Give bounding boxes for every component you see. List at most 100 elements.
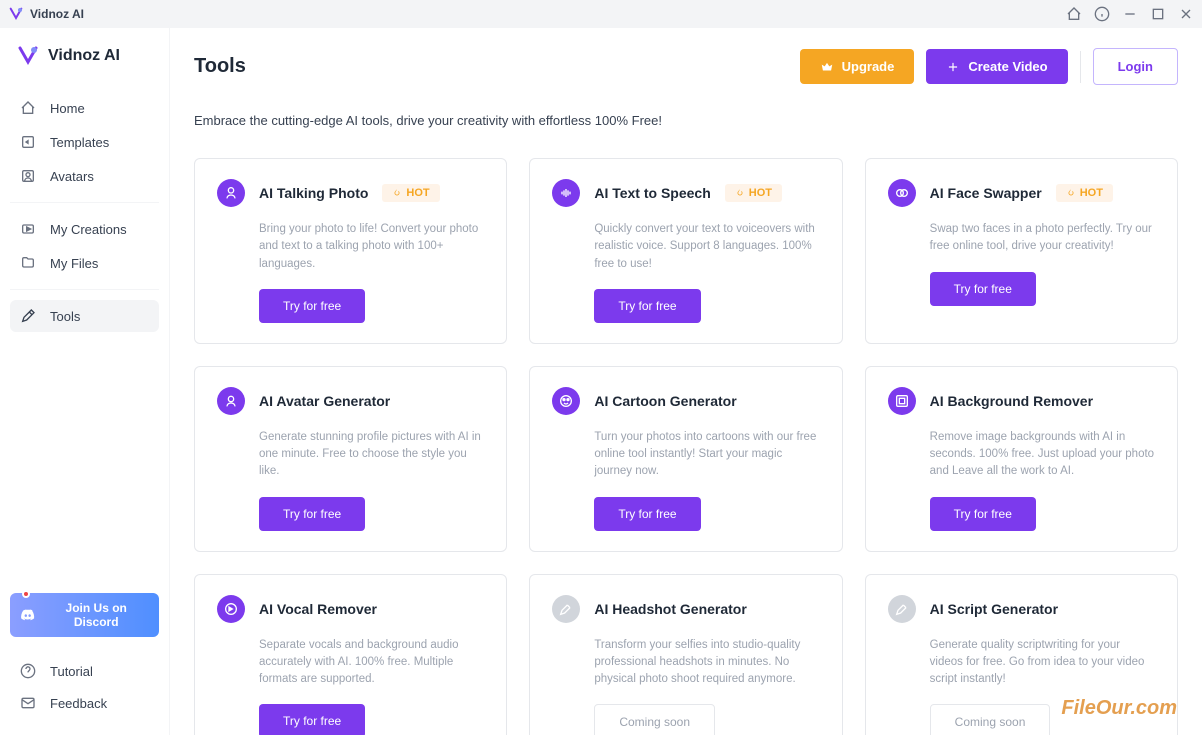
tool-card-header: AI Background Remover	[888, 387, 1155, 415]
tools-grid: AI Talking Photo HOT Bring your photo to…	[194, 158, 1178, 735]
nav-avatars[interactable]: Avatars	[10, 160, 159, 192]
nav-divider	[10, 289, 159, 290]
tool-card: AI Avatar Generator Generate stunning pr…	[194, 366, 507, 552]
titlebar-brand-text: Vidnoz AI	[30, 7, 84, 21]
nav-group-my: My Creations My Files	[10, 213, 159, 279]
login-button[interactable]: Login	[1093, 48, 1178, 85]
nav-tools[interactable]: Tools	[10, 300, 159, 332]
try-for-free-button[interactable]: Try for free	[259, 289, 365, 323]
flame-icon	[735, 188, 745, 198]
tool-description: Generate stunning profile pictures with …	[259, 429, 484, 481]
tool-card: AI Cartoon Generator Turn your photos in…	[529, 366, 842, 552]
try-for-free-button[interactable]: Try for free	[259, 704, 365, 735]
tool-card-header: AI Script Generator	[888, 595, 1155, 623]
tool-card-header: AI Avatar Generator	[217, 387, 484, 415]
tool-title: AI Face Swapper	[930, 185, 1042, 201]
vidnoz-logo-icon	[8, 6, 24, 22]
minimize-icon[interactable]	[1122, 6, 1138, 22]
nav-label: Tutorial	[50, 664, 93, 679]
tool-card-header: AI Text to Speech HOT	[552, 179, 819, 207]
close-icon[interactable]	[1178, 6, 1194, 22]
tool-card-header: AI Cartoon Generator	[552, 387, 819, 415]
try-for-free-button[interactable]: Try for free	[594, 289, 700, 323]
nav-feedback[interactable]: Feedback	[10, 687, 159, 719]
tool-card-header: AI Vocal Remover	[217, 595, 484, 623]
create-label: Create Video	[968, 59, 1047, 74]
watermark: FileOur.com	[1061, 697, 1177, 720]
upgrade-label: Upgrade	[842, 59, 895, 74]
notification-badge	[22, 590, 30, 598]
titlebar-brand: Vidnoz AI	[8, 6, 84, 22]
tools-icon	[20, 308, 36, 324]
discord-button[interactable]: Join Us on Discord	[10, 593, 159, 637]
templates-icon	[20, 134, 36, 150]
create-video-button[interactable]: Create Video	[926, 49, 1067, 84]
tool-description: Quickly convert your text to voiceovers …	[594, 221, 819, 273]
nav-templates[interactable]: Templates	[10, 126, 159, 158]
tool-title: AI Talking Photo	[259, 185, 368, 201]
tool-title: AI Avatar Generator	[259, 393, 390, 409]
tool-description: Remove image backgrounds with AI in seco…	[930, 429, 1155, 481]
tool-icon	[217, 387, 245, 415]
coming-soon-button: Coming soon	[594, 704, 715, 735]
nav-label: Home	[50, 101, 85, 116]
tool-card: AI Face Swapper HOT Swap two faces in a …	[865, 158, 1178, 344]
nav-files[interactable]: My Files	[10, 247, 159, 279]
nav-label: My Creations	[50, 222, 127, 237]
try-for-free-button[interactable]: Try for free	[259, 497, 365, 531]
tool-card-header: AI Headshot Generator	[552, 595, 819, 623]
sidebar-logo-text: Vidnoz AI	[48, 47, 120, 65]
vidnoz-logo-icon	[16, 44, 40, 68]
upgrade-button[interactable]: Upgrade	[800, 49, 915, 84]
tool-icon	[888, 387, 916, 415]
main-header: Tools Upgrade Create Video Login	[194, 48, 1178, 85]
try-for-free-button[interactable]: Try for free	[930, 497, 1036, 531]
page-title: Tools	[194, 55, 246, 78]
tool-card: AI Headshot Generator Transform your sel…	[529, 574, 842, 735]
tool-icon	[552, 595, 580, 623]
maximize-icon[interactable]	[1150, 6, 1166, 22]
sidebar-logo: Vidnoz AI	[10, 44, 159, 92]
nav-creations[interactable]: My Creations	[10, 213, 159, 245]
files-icon	[20, 255, 36, 271]
discord-label: Join Us on Discord	[43, 601, 149, 629]
tool-icon	[217, 179, 245, 207]
coming-soon-button: Coming soon	[930, 704, 1051, 735]
nav-group-main: Home Templates Avatars	[10, 92, 159, 192]
tool-title: AI Cartoon Generator	[594, 393, 736, 409]
header-actions: Upgrade Create Video Login	[800, 48, 1178, 85]
tool-title: AI Background Remover	[930, 393, 1093, 409]
nav-label: Tools	[50, 309, 80, 324]
tool-card: AI Text to Speech HOT Quickly convert yo…	[529, 158, 842, 344]
nav-group-tools: Tools	[10, 300, 159, 332]
main-content: Tools Upgrade Create Video Login Embrace…	[170, 28, 1202, 735]
tool-card-header: AI Talking Photo HOT	[217, 179, 484, 207]
hot-badge: HOT	[1056, 184, 1113, 202]
tool-description: Generate quality scriptwriting for your …	[930, 637, 1155, 689]
nav-home[interactable]: Home	[10, 92, 159, 124]
tool-icon	[552, 387, 580, 415]
crown-icon	[820, 60, 834, 74]
try-for-free-button[interactable]: Try for free	[594, 497, 700, 531]
info-icon[interactable]	[1094, 6, 1110, 22]
feedback-icon	[20, 695, 36, 711]
tool-card-header: AI Face Swapper HOT	[888, 179, 1155, 207]
hot-badge: HOT	[382, 184, 439, 202]
header-divider	[1080, 51, 1081, 83]
nav-divider	[10, 202, 159, 203]
nav-tutorial[interactable]: Tutorial	[10, 655, 159, 687]
hot-badge: HOT	[725, 184, 782, 202]
nav-label: Feedback	[50, 696, 107, 711]
window-titlebar: Vidnoz AI	[0, 0, 1202, 28]
tool-icon	[888, 179, 916, 207]
flame-icon	[1066, 188, 1076, 198]
tool-description: Bring your photo to life! Convert your p…	[259, 221, 484, 273]
tool-title: AI Headshot Generator	[594, 601, 746, 617]
home-icon[interactable]	[1066, 6, 1082, 22]
try-for-free-button[interactable]: Try for free	[930, 272, 1036, 306]
tool-card: AI Vocal Remover Separate vocals and bac…	[194, 574, 507, 735]
page-subtitle: Embrace the cutting-edge AI tools, drive…	[194, 113, 1178, 128]
login-label: Login	[1118, 59, 1153, 74]
nav-label: My Files	[50, 256, 98, 271]
titlebar-controls	[1066, 6, 1194, 22]
